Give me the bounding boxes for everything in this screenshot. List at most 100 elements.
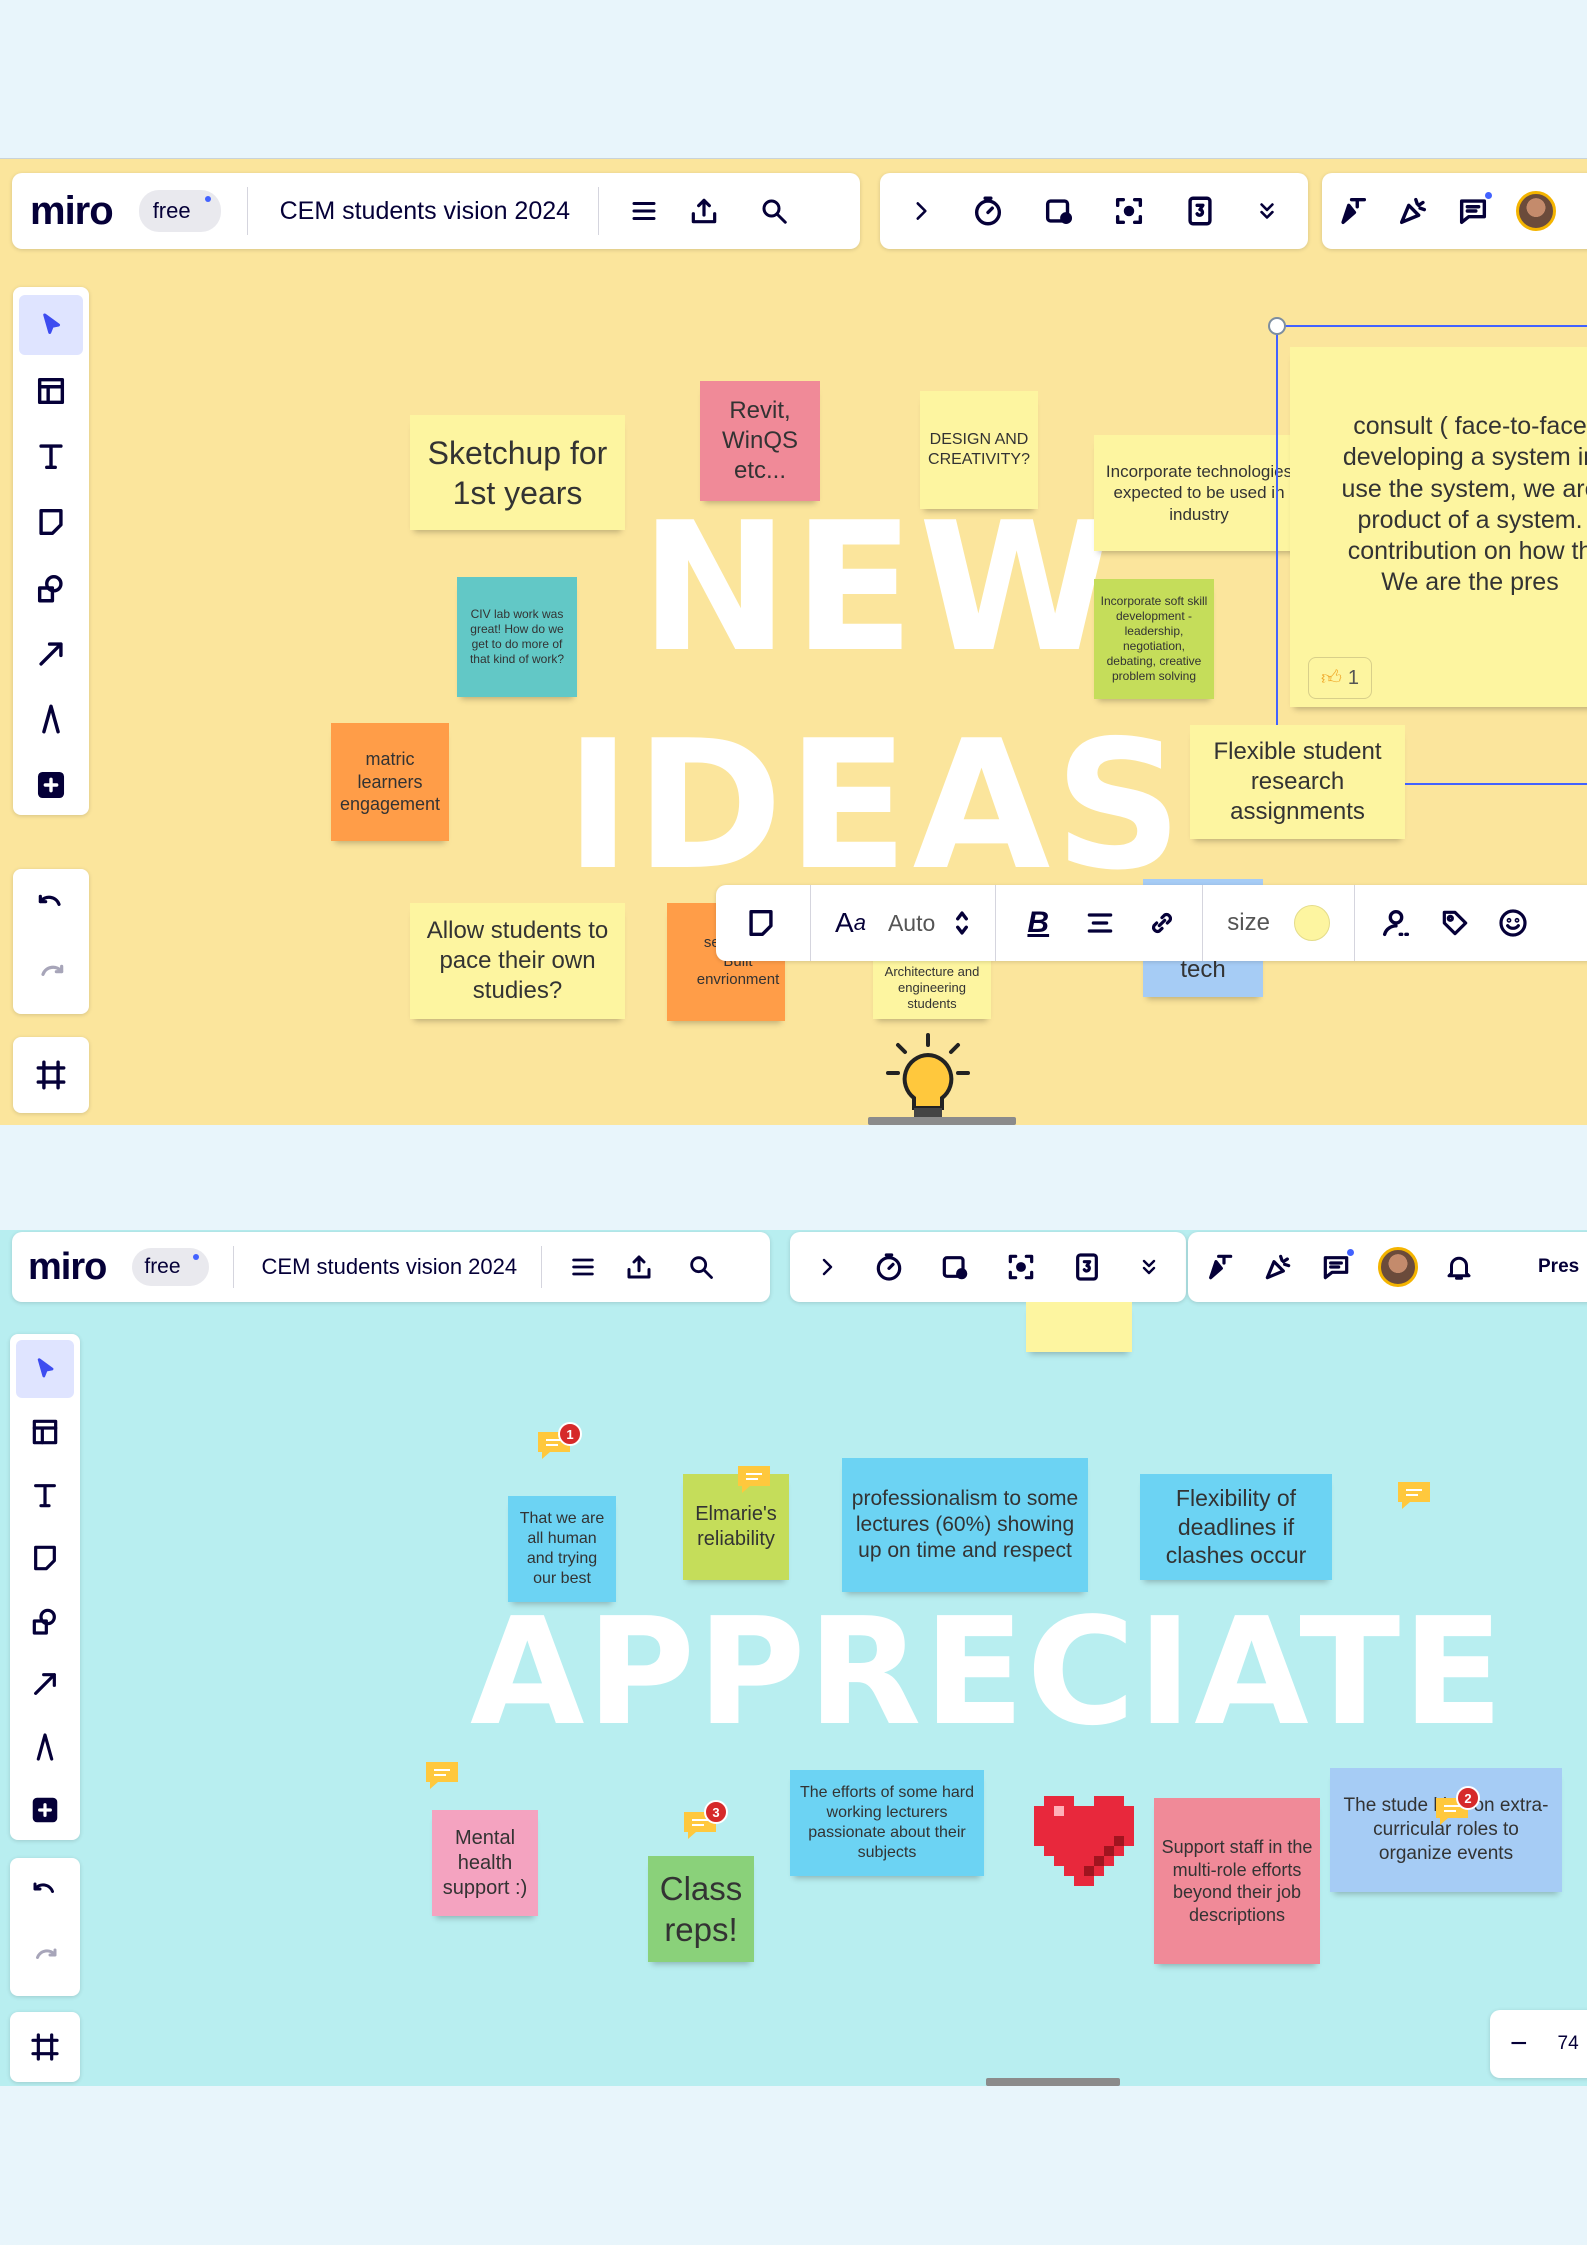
- connector-tool[interactable]: [16, 1654, 74, 1713]
- zoom-level[interactable]: 74: [1558, 2033, 1579, 2055]
- user-avatar[interactable]: [1516, 191, 1556, 231]
- sticky-note[interactable]: Flexibility of deadlines if clashes occu…: [1140, 1474, 1332, 1580]
- menu-icon[interactable]: [558, 1253, 608, 1281]
- collaboration-toolbar: [880, 173, 1308, 249]
- horizontal-scrollbar[interactable]: [868, 1117, 1016, 1125]
- emoji-icon[interactable]: [1497, 907, 1529, 939]
- present-button[interactable]: Pres: [1538, 1256, 1579, 1278]
- color-swatch[interactable]: [1293, 905, 1330, 941]
- menu-icon[interactable]: [619, 186, 669, 236]
- bold-icon[interactable]: B: [1018, 906, 1058, 940]
- templates-tool[interactable]: [19, 361, 83, 421]
- templates-tool[interactable]: [16, 1402, 74, 1461]
- sticky-text: The efforts of some hard working lecture…: [799, 1784, 974, 1861]
- notifications-bell-icon[interactable]: [1444, 1252, 1474, 1282]
- frames-icon[interactable]: [19, 1043, 83, 1107]
- voting-icon[interactable]: [1042, 194, 1076, 228]
- select-tool[interactable]: [19, 295, 83, 355]
- font-size-stepper-icon[interactable]: [951, 906, 973, 940]
- undo-icon[interactable]: [16, 1865, 74, 1923]
- plan-badge[interactable]: free: [132, 1248, 209, 1286]
- comments-icon[interactable]: [1320, 1249, 1354, 1283]
- user-avatar[interactable]: [1378, 1247, 1418, 1287]
- cursor-flag-icon[interactable]: [1336, 194, 1370, 228]
- focus-icon[interactable]: [1005, 1251, 1037, 1283]
- plan-badge[interactable]: free: [138, 190, 221, 232]
- add-more-tool[interactable]: [16, 1780, 74, 1839]
- board-canvas-new-ideas[interactable]: miro free CEM students vision 2024 NEW I…: [0, 158, 1587, 1125]
- sticky-note-partial[interactable]: [1026, 1302, 1132, 1352]
- sticky-note[interactable]: The stude king on extra-curricular roles…: [1330, 1768, 1562, 1892]
- undo-icon[interactable]: [19, 877, 83, 937]
- sticky-note[interactable]: Incorporate technologies expected to be …: [1094, 435, 1304, 551]
- voting-icon[interactable]: [939, 1251, 971, 1283]
- size-label[interactable]: size: [1227, 909, 1270, 937]
- selection-handle[interactable]: [1268, 317, 1286, 335]
- link-icon[interactable]: [1146, 907, 1178, 939]
- text-tool[interactable]: [19, 427, 83, 487]
- page-count-icon[interactable]: [1071, 1251, 1103, 1283]
- celebration-icon[interactable]: [1396, 194, 1430, 228]
- cursor-flag-icon[interactable]: [1204, 1251, 1236, 1283]
- comment-icon[interactable]: [424, 1760, 460, 1790]
- sticky-note[interactable]: Revit, WinQS etc...: [700, 381, 820, 501]
- board-title[interactable]: CEM students vision 2024: [262, 1254, 518, 1280]
- sticky-note[interactable]: That we are all human and trying our bes…: [508, 1496, 616, 1602]
- pixel-heart-icon[interactable]: [1034, 1796, 1134, 1886]
- sticky-note[interactable]: matric learners engagement: [331, 723, 449, 841]
- pen-tool[interactable]: [19, 690, 83, 750]
- sticky-note[interactable]: CIV lab work was great! How do we get to…: [457, 577, 577, 697]
- horizontal-scrollbar[interactable]: [986, 2078, 1120, 2086]
- frames-icon[interactable]: [16, 2018, 74, 2076]
- align-center-icon[interactable]: [1084, 907, 1116, 939]
- redo-icon[interactable]: [19, 947, 83, 1007]
- sticky-note[interactable]: professionalism to some lectures (60%) s…: [842, 1458, 1088, 1592]
- board-canvas-appreciate[interactable]: miro free CEM students vision 2024 Pres: [0, 1230, 1587, 2086]
- comment-icon[interactable]: [736, 1464, 772, 1494]
- sticky-shape-icon[interactable]: [736, 906, 786, 940]
- chevron-double-down-icon[interactable]: [1137, 1255, 1161, 1279]
- assign-user-icon[interactable]: [1379, 906, 1413, 940]
- sticky-note[interactable]: Allow students to pace their own studies…: [410, 903, 625, 1019]
- search-icon[interactable]: [739, 186, 809, 236]
- sticky-note[interactable]: Sketchup for 1st years: [410, 415, 625, 530]
- sticky-note[interactable]: Class reps!: [648, 1856, 754, 1962]
- comments-icon[interactable]: [1456, 192, 1492, 228]
- add-more-tool[interactable]: [19, 755, 83, 815]
- zoom-out-button[interactable]: −: [1510, 2027, 1528, 2061]
- redo-icon[interactable]: [16, 1931, 74, 1989]
- sticky-note[interactable]: Flexible student research assignments: [1190, 725, 1405, 839]
- pen-tool[interactable]: [16, 1717, 74, 1776]
- sticky-note[interactable]: Mental health support :): [432, 1810, 538, 1916]
- select-tool[interactable]: [16, 1340, 74, 1398]
- timer-icon[interactable]: [971, 194, 1005, 228]
- lightbulb-icon[interactable]: [868, 1015, 988, 1125]
- text-tool[interactable]: [16, 1465, 74, 1524]
- shapes-tool[interactable]: [16, 1591, 74, 1650]
- sticky-note[interactable]: Incorporate soft skill development - lea…: [1094, 579, 1214, 699]
- sticky-note-tool[interactable]: [19, 492, 83, 552]
- page-count-icon[interactable]: [1183, 194, 1217, 228]
- board-title[interactable]: CEM students vision 2024: [280, 197, 570, 226]
- export-icon[interactable]: [669, 186, 739, 236]
- sticky-note[interactable]: Support staff in the multi-role efforts …: [1154, 1798, 1320, 1964]
- search-icon[interactable]: [670, 1253, 732, 1281]
- shapes-tool[interactable]: [19, 558, 83, 618]
- connector-tool[interactable]: [19, 624, 83, 684]
- tag-icon[interactable]: [1439, 907, 1471, 939]
- sticky-note[interactable]: The efforts of some hard working lecture…: [790, 1770, 984, 1876]
- focus-icon[interactable]: [1112, 194, 1146, 228]
- sticky-note[interactable]: DESIGN AND CREATIVITY?: [920, 391, 1038, 509]
- comment-icon[interactable]: [1396, 1480, 1432, 1510]
- chevron-right-icon[interactable]: [815, 1255, 839, 1279]
- chevron-right-icon[interactable]: [908, 198, 934, 224]
- font-size-value[interactable]: Auto: [888, 910, 935, 937]
- miro-logo[interactable]: miro: [28, 1246, 107, 1289]
- chevron-double-down-icon[interactable]: [1254, 198, 1280, 224]
- celebration-icon[interactable]: [1262, 1251, 1294, 1283]
- timer-icon[interactable]: [873, 1251, 905, 1283]
- export-icon[interactable]: [608, 1252, 670, 1282]
- sticky-note-tool[interactable]: [16, 1528, 74, 1587]
- font-icon[interactable]: Aa: [835, 907, 866, 939]
- miro-logo[interactable]: miro: [30, 189, 114, 234]
